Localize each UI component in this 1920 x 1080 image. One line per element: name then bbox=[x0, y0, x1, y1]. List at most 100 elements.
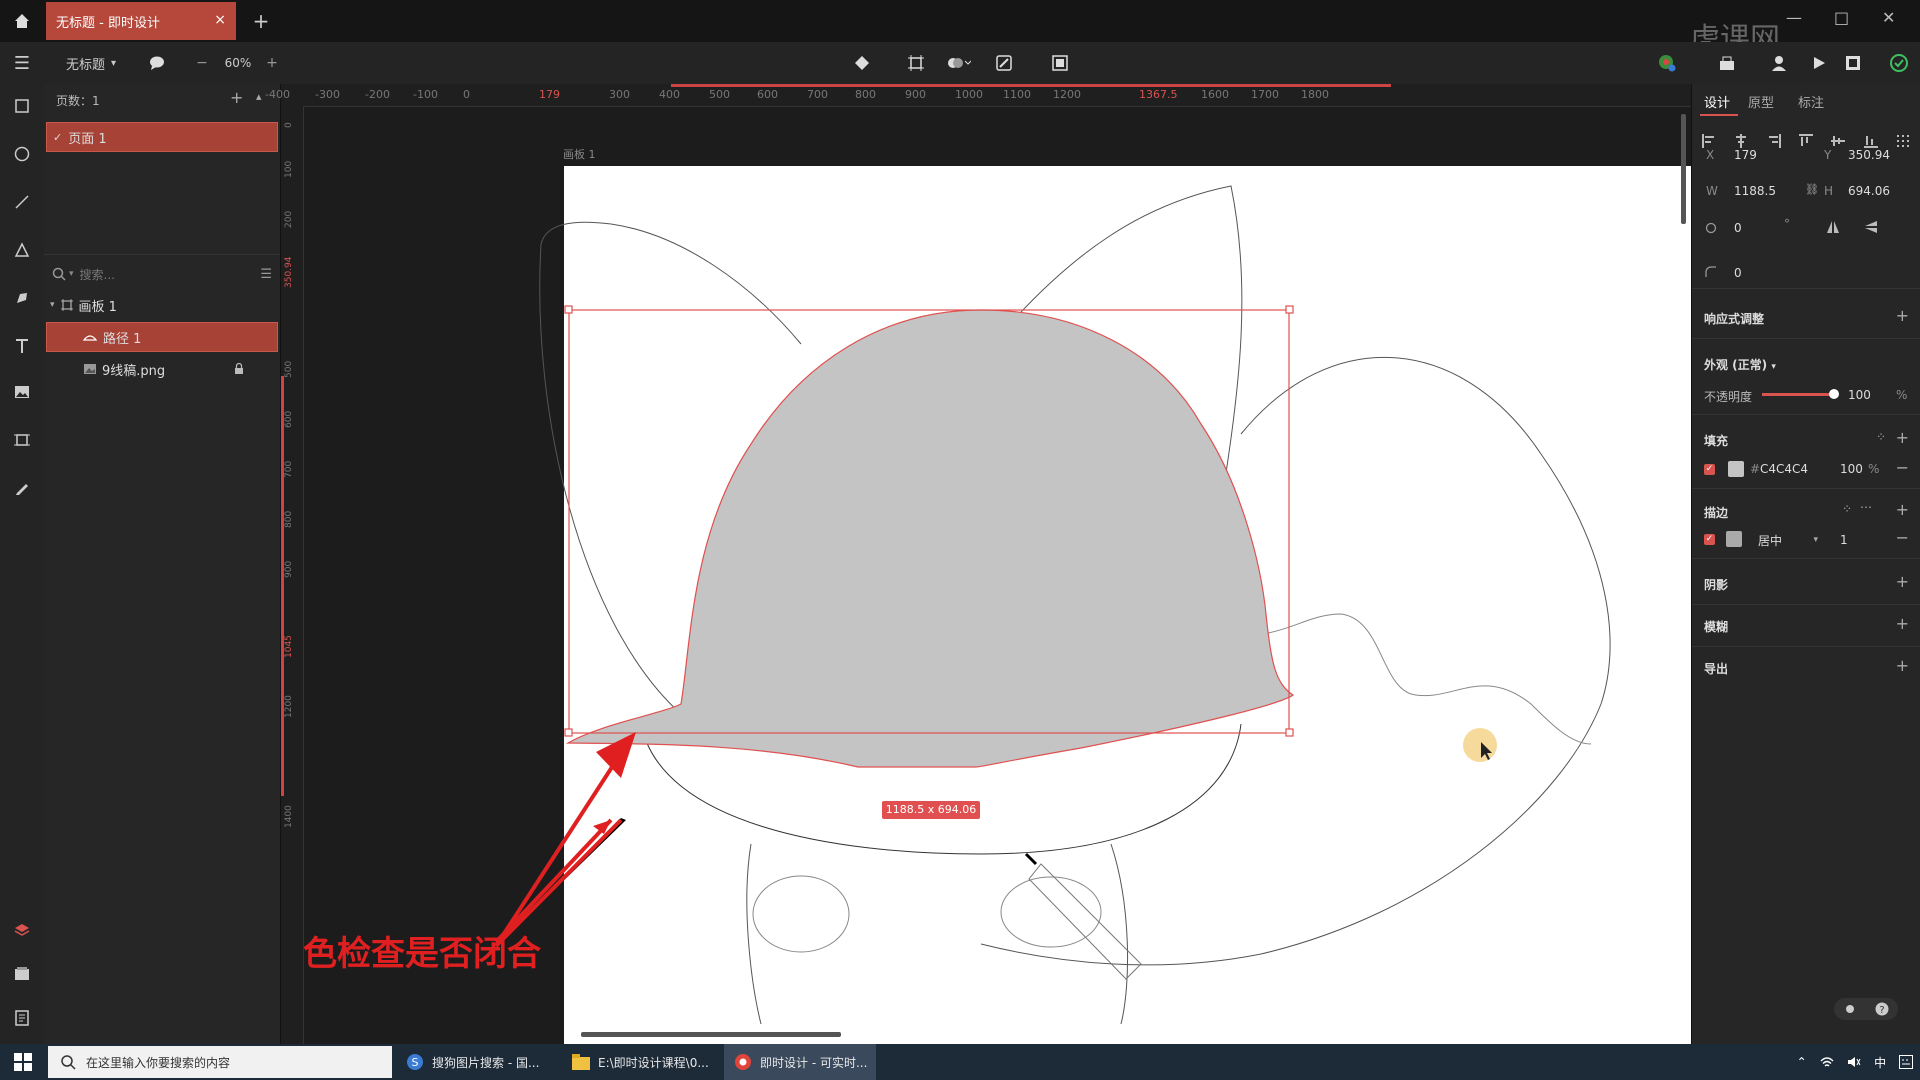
align-bottom-icon[interactable] bbox=[1863, 134, 1878, 148]
lock-icon[interactable] bbox=[234, 363, 244, 375]
play-icon[interactable] bbox=[1806, 42, 1832, 84]
canvas[interactable]: 画板 1 1188.5 x 694.06 色检查是否闭合 bbox=[281, 84, 1691, 1044]
expand-icon[interactable]: ▾ bbox=[50, 300, 55, 310]
fill-visible-checkbox[interactable]: ✓ bbox=[1704, 464, 1715, 475]
minimize-button[interactable]: — bbox=[1786, 8, 1802, 27]
pen-tool-icon[interactable] bbox=[0, 280, 44, 316]
assets-panel-icon[interactable] bbox=[0, 956, 44, 992]
taskbar-search[interactable]: 在这里输入你要搜索的内容 bbox=[48, 1046, 392, 1078]
taskbar-app-sogou[interactable]: S 搜狗图片搜索 - 国... bbox=[396, 1044, 546, 1080]
fill-color-swatch[interactable] bbox=[1728, 461, 1744, 477]
rotation-input[interactable]: 0 bbox=[1734, 221, 1742, 235]
flip-vertical-icon[interactable] bbox=[1864, 220, 1878, 234]
component-icon[interactable] bbox=[850, 42, 874, 84]
chevron-up-icon[interactable]: ⌃ bbox=[1797, 1055, 1807, 1069]
zoom-in-button[interactable]: + bbox=[262, 42, 282, 84]
close-window-button[interactable]: ✕ bbox=[1882, 8, 1895, 27]
align-center-v-icon[interactable] bbox=[1831, 134, 1846, 148]
remove-stroke-button[interactable]: − bbox=[1896, 528, 1909, 547]
page-item-1[interactable]: ✓ 页面 1 bbox=[46, 122, 278, 152]
fill-opacity-input[interactable]: 100 bbox=[1840, 462, 1863, 476]
distribute-icon[interactable] bbox=[1896, 134, 1912, 148]
taskbar-app-jishi[interactable]: 即时设计 - 可实时... bbox=[724, 1044, 876, 1080]
ellipse-tool-icon[interactable] bbox=[0, 136, 44, 172]
code-export-icon[interactable] bbox=[1840, 42, 1866, 84]
tab-inspect[interactable]: 标注 bbox=[1798, 92, 1824, 111]
taskbar-app-explorer[interactable]: E:\即时设计课程\0... bbox=[562, 1044, 712, 1080]
boolean-ops-icon[interactable] bbox=[942, 42, 976, 84]
search-input[interactable]: 搜索... bbox=[80, 266, 115, 283]
stroke-position-dropdown[interactable]: 居中 ▾ bbox=[1758, 532, 1818, 548]
add-fill-button[interactable]: + bbox=[1896, 428, 1909, 447]
rectangle-tool-icon[interactable] bbox=[0, 88, 44, 124]
h-input[interactable]: 694.06 bbox=[1848, 184, 1890, 198]
home-icon[interactable] bbox=[0, 0, 44, 42]
add-shadow-button[interactable]: + bbox=[1896, 572, 1909, 591]
stroke-visible-checkbox[interactable]: ✓ bbox=[1704, 534, 1715, 545]
close-tab-icon[interactable]: × bbox=[214, 12, 226, 28]
align-center-h-icon[interactable] bbox=[1734, 134, 1748, 148]
layer-path[interactable]: 路径 1 bbox=[46, 322, 278, 352]
tab-prototype[interactable]: 原型 bbox=[1748, 92, 1774, 111]
layer-image[interactable]: 9线稿.png bbox=[46, 354, 278, 384]
opacity-slider[interactable] bbox=[1762, 389, 1839, 399]
comment-icon[interactable] bbox=[144, 42, 170, 84]
flip-horizontal-icon[interactable] bbox=[1826, 220, 1840, 234]
volume-icon[interactable] bbox=[1847, 1056, 1861, 1068]
line-tool-icon[interactable] bbox=[0, 184, 44, 220]
present-icon[interactable] bbox=[1048, 42, 1072, 84]
vertical-ruler[interactable]: 0 100 200 350.94 500 600 700 800 900 1045 1200 1400 bbox=[281, 106, 304, 1044]
more-options-icon[interactable]: ⋯ bbox=[1860, 500, 1872, 514]
w-input[interactable]: 1188.5 bbox=[1734, 184, 1776, 198]
image-tool-icon[interactable] bbox=[0, 374, 44, 410]
collapse-pages-icon[interactable]: ▴ bbox=[256, 90, 262, 103]
tab-design[interactable]: 设计 bbox=[1704, 92, 1730, 111]
align-top-icon[interactable] bbox=[1798, 134, 1813, 148]
stroke-width-input[interactable]: 1 bbox=[1840, 533, 1848, 547]
fill-hex-input[interactable]: C4C4C4 bbox=[1760, 462, 1808, 476]
remove-fill-button[interactable]: − bbox=[1896, 458, 1909, 477]
ime-indicator[interactable]: 中 bbox=[1874, 1054, 1886, 1071]
align-left-icon[interactable] bbox=[1702, 134, 1716, 148]
user-icon[interactable] bbox=[1766, 42, 1792, 84]
text-tool-icon[interactable] bbox=[0, 328, 44, 364]
wifi-icon[interactable] bbox=[1820, 1056, 1834, 1068]
add-blur-button[interactable]: + bbox=[1896, 614, 1909, 633]
taskbar-search-input[interactable]: 在这里输入你要搜索的内容 bbox=[86, 1054, 230, 1071]
layers-panel-icon[interactable] bbox=[0, 912, 44, 948]
corner-radius-input[interactable]: 0 bbox=[1734, 266, 1742, 280]
new-tab-button[interactable]: + bbox=[246, 6, 276, 36]
link-ratio-icon[interactable]: ⛓ bbox=[1805, 183, 1819, 196]
history-panel-icon[interactable] bbox=[0, 1000, 44, 1036]
zoom-out-button[interactable]: − bbox=[190, 42, 214, 84]
document-tab[interactable]: 无标题 - 即时设计 × bbox=[46, 2, 236, 40]
align-right-icon[interactable] bbox=[1767, 134, 1781, 148]
layer-artboard[interactable]: ▾ 画板 1 bbox=[46, 290, 278, 320]
keyboard-icon[interactable] bbox=[1899, 1055, 1914, 1069]
frame-selection-icon[interactable] bbox=[904, 42, 928, 84]
add-responsive-button[interactable]: + bbox=[1896, 306, 1909, 325]
horizontal-ruler[interactable]: -400 -300 -200 -100 0 179 300 400 500 600 700 800 90… bbox=[265, 84, 1691, 107]
opacity-input[interactable]: 100 bbox=[1848, 388, 1871, 402]
zoom-level[interactable]: 60% bbox=[218, 42, 258, 84]
polygon-tool-icon[interactable] bbox=[0, 232, 44, 268]
file-name-dropdown[interactable]: 无标题 ▾ bbox=[56, 42, 126, 84]
share-icon[interactable] bbox=[1714, 42, 1740, 84]
maximize-button[interactable]: □ bbox=[1834, 8, 1849, 27]
add-export-button[interactable]: + bbox=[1896, 656, 1909, 675]
help-icon[interactable]: ? bbox=[1875, 1002, 1889, 1016]
windows-start-icon[interactable] bbox=[0, 1044, 46, 1080]
layer-search[interactable]: ▾ 搜索... ☰ bbox=[52, 261, 272, 287]
x-input[interactable]: 179 bbox=[1734, 148, 1757, 162]
stroke-color-swatch[interactable] bbox=[1726, 531, 1742, 547]
add-page-button[interactable]: + bbox=[230, 88, 243, 107]
theme-toggle-icon[interactable] bbox=[1844, 1003, 1856, 1015]
y-input[interactable]: 350.94 bbox=[1848, 148, 1890, 162]
collaborator-avatar[interactable] bbox=[1654, 42, 1680, 84]
mask-icon[interactable] bbox=[992, 42, 1016, 84]
opacity-slider-knob[interactable] bbox=[1829, 389, 1839, 399]
stroke-style-icon[interactable]: ⁘ bbox=[1842, 502, 1852, 516]
artboard-tool-icon[interactable] bbox=[0, 422, 44, 458]
appearance-section-title[interactable]: 外观 (正常) ▾ bbox=[1704, 356, 1776, 373]
main-menu-icon[interactable]: ☰ bbox=[0, 42, 44, 84]
